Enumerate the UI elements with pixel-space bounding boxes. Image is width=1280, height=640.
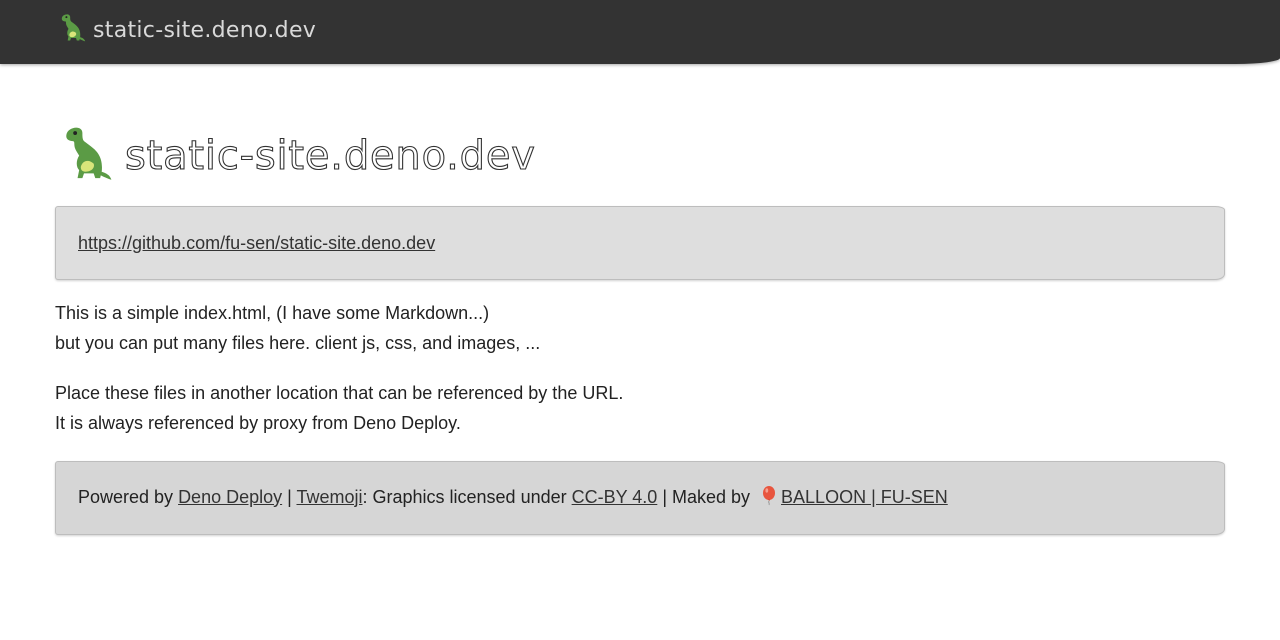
proxy-paragraph: Place these files in another location th… [55,378,623,438]
intro-line-1: This is a simple index.html, (I have som… [55,303,490,323]
intro-line-2: but you can put many files here. client … [55,333,541,353]
author-link[interactable]: BALLOON | FU-SEN [755,485,948,507]
proxy-line-1: Place these files in another location th… [55,383,624,403]
top-navigation-bar: static-site.deno.dev [0,0,1280,64]
twemoji-link[interactable]: Twemoji [296,487,362,507]
proxy-line-2: It is always referenced by proxy from De… [55,413,461,433]
repository-link-panel: https://github.com/fu-sen/static-site.de… [55,206,1225,280]
intro-paragraph: This is a simple index.html, (I have som… [55,298,540,358]
dinosaur-icon [55,125,113,188]
page-header: static-site.deno.dev [55,126,536,186]
deno-deploy-link[interactable]: Deno Deploy [178,487,282,507]
cc-by-license-link[interactable]: CC-BY 4.0 [572,487,658,507]
author-link-label: BALLOON | FU-SEN [781,486,948,507]
dinosaur-icon [56,13,86,48]
topbar-site-title: static-site.deno.dev [93,17,317,43]
footer-graphics-license-text: : Graphics licensed under [362,486,572,507]
page-title: static-site.deno.dev [124,132,536,179]
topbar-home-link[interactable]: static-site.deno.dev [56,13,317,48]
footer-maked-by: | Maked by [657,486,756,507]
footer-separator: | [282,486,297,507]
footer-text: Powered by Deno Deploy | Twemoji: Graphi… [78,485,948,511]
balloon-icon [761,485,777,511]
footer-powered-by: Powered by [78,486,179,507]
footer-panel: Powered by Deno Deploy | Twemoji: Graphi… [55,461,1225,535]
github-repo-link[interactable]: https://github.com/fu-sen/static-site.de… [78,233,435,254]
